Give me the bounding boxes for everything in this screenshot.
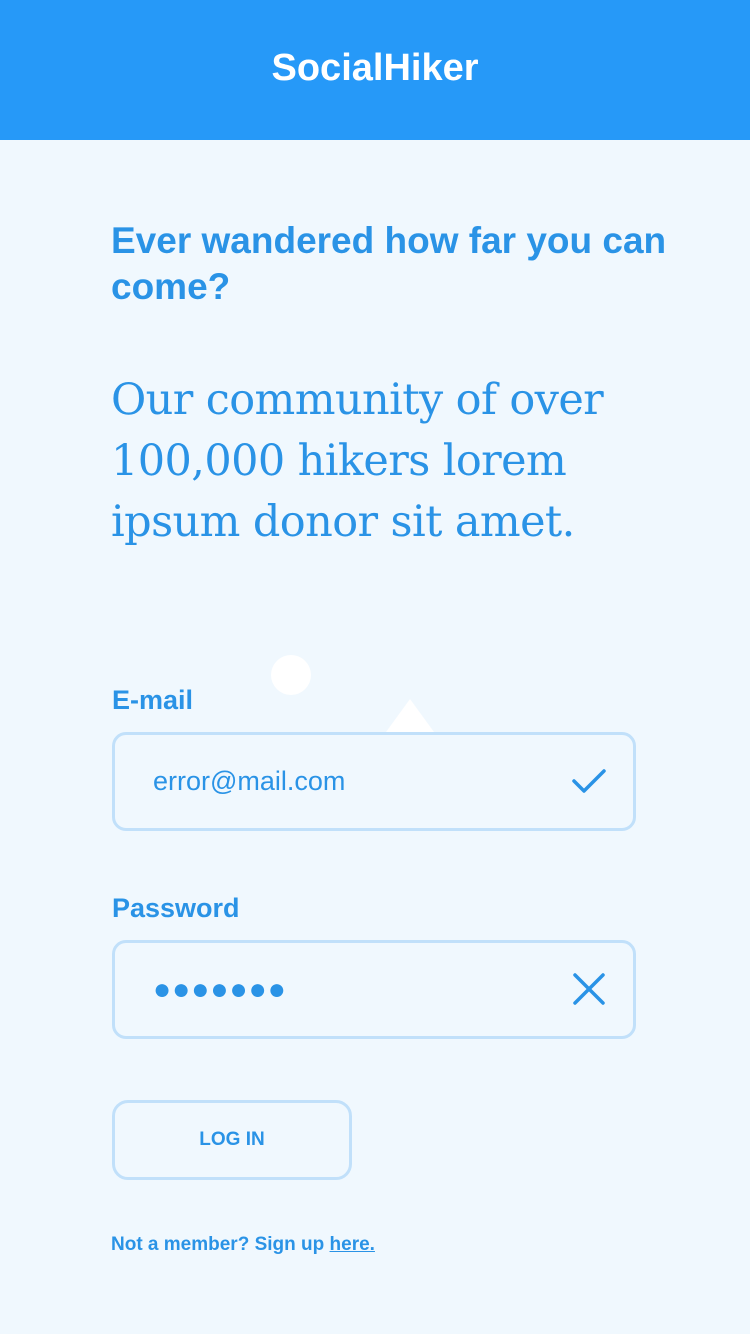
headline: Ever wandered how far you can come? (111, 220, 667, 307)
decorative-triangle (386, 699, 434, 732)
decorative-circle (271, 655, 311, 695)
email-label: E-mail (112, 685, 194, 715)
signup-prompt: Not a member? Sign up here. (111, 1232, 375, 1258)
email-value[interactable]: error@mail.com (153, 735, 345, 828)
email-field[interactable]: error@mail.com (112, 732, 636, 831)
signup-link[interactable]: here. (330, 1234, 375, 1255)
password-value[interactable]: ●●●●●●● (153, 943, 287, 1036)
app-title: SocialHiker (271, 47, 479, 89)
password-field[interactable]: ●●●●●●● (112, 940, 636, 1039)
password-label: Password (112, 893, 240, 923)
signup-prompt-text: Not a member? Sign up (111, 1234, 330, 1255)
intro-text: Our community of over 100,000 hikers lor… (111, 375, 604, 547)
app-header: SocialHiker (0, 0, 750, 140)
checkmark-icon (571, 763, 607, 799)
login-button[interactable]: LOG IN (112, 1100, 352, 1180)
close-icon[interactable] (571, 971, 607, 1007)
